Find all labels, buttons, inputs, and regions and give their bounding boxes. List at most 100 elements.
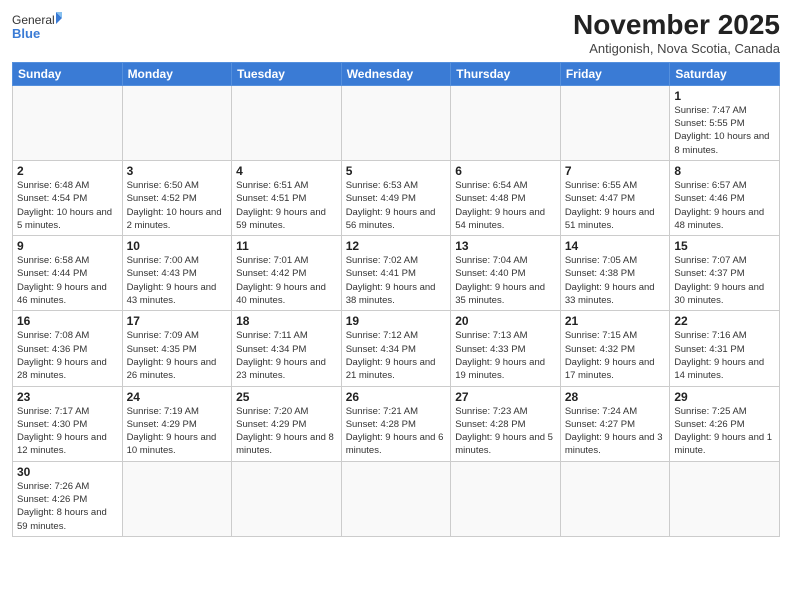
- day-number: 26: [346, 390, 447, 404]
- calendar-cell: [341, 461, 451, 536]
- svg-text:Blue: Blue: [12, 26, 40, 41]
- day-number: 18: [236, 314, 337, 328]
- calendar-cell: 26Sunrise: 7:21 AM Sunset: 4:28 PM Dayli…: [341, 386, 451, 461]
- day-number: 15: [674, 239, 775, 253]
- calendar-cell: 18Sunrise: 7:11 AM Sunset: 4:34 PM Dayli…: [232, 311, 342, 386]
- day-info: Sunrise: 7:26 AM Sunset: 4:26 PM Dayligh…: [17, 480, 118, 533]
- day-info: Sunrise: 7:25 AM Sunset: 4:26 PM Dayligh…: [674, 405, 775, 458]
- day-info: Sunrise: 7:05 AM Sunset: 4:38 PM Dayligh…: [565, 254, 666, 307]
- calendar-cell: [670, 461, 780, 536]
- calendar-cell: 19Sunrise: 7:12 AM Sunset: 4:34 PM Dayli…: [341, 311, 451, 386]
- svg-text:General: General: [12, 13, 55, 27]
- calendar-cell: 15Sunrise: 7:07 AM Sunset: 4:37 PM Dayli…: [670, 236, 780, 311]
- day-number: 29: [674, 390, 775, 404]
- col-friday: Friday: [560, 62, 670, 85]
- day-info: Sunrise: 7:04 AM Sunset: 4:40 PM Dayligh…: [455, 254, 556, 307]
- calendar-cell: 21Sunrise: 7:15 AM Sunset: 4:32 PM Dayli…: [560, 311, 670, 386]
- day-number: 16: [17, 314, 118, 328]
- calendar-cell: [451, 85, 561, 160]
- calendar-header-row: Sunday Monday Tuesday Wednesday Thursday…: [13, 62, 780, 85]
- day-info: Sunrise: 7:20 AM Sunset: 4:29 PM Dayligh…: [236, 405, 337, 458]
- day-number: 8: [674, 164, 775, 178]
- day-info: Sunrise: 7:24 AM Sunset: 4:27 PM Dayligh…: [565, 405, 666, 458]
- day-info: Sunrise: 7:09 AM Sunset: 4:35 PM Dayligh…: [127, 329, 228, 382]
- day-number: 13: [455, 239, 556, 253]
- day-number: 12: [346, 239, 447, 253]
- day-number: 23: [17, 390, 118, 404]
- calendar-cell: 20Sunrise: 7:13 AM Sunset: 4:33 PM Dayli…: [451, 311, 561, 386]
- calendar-cell: [451, 461, 561, 536]
- day-number: 7: [565, 164, 666, 178]
- day-info: Sunrise: 6:51 AM Sunset: 4:51 PM Dayligh…: [236, 179, 337, 232]
- calendar-cell: 12Sunrise: 7:02 AM Sunset: 4:41 PM Dayli…: [341, 236, 451, 311]
- day-info: Sunrise: 7:08 AM Sunset: 4:36 PM Dayligh…: [17, 329, 118, 382]
- col-wednesday: Wednesday: [341, 62, 451, 85]
- day-number: 21: [565, 314, 666, 328]
- calendar-cell: 25Sunrise: 7:20 AM Sunset: 4:29 PM Dayli…: [232, 386, 342, 461]
- calendar-cell: 10Sunrise: 7:00 AM Sunset: 4:43 PM Dayli…: [122, 236, 232, 311]
- page: General Blue November 2025 Antigonish, N…: [0, 0, 792, 612]
- day-number: 19: [346, 314, 447, 328]
- day-number: 28: [565, 390, 666, 404]
- day-info: Sunrise: 6:53 AM Sunset: 4:49 PM Dayligh…: [346, 179, 447, 232]
- calendar-cell: 2Sunrise: 6:48 AM Sunset: 4:54 PM Daylig…: [13, 160, 123, 235]
- day-number: 6: [455, 164, 556, 178]
- day-number: 17: [127, 314, 228, 328]
- day-info: Sunrise: 6:58 AM Sunset: 4:44 PM Dayligh…: [17, 254, 118, 307]
- calendar-cell: 9Sunrise: 6:58 AM Sunset: 4:44 PM Daylig…: [13, 236, 123, 311]
- calendar-cell: 3Sunrise: 6:50 AM Sunset: 4:52 PM Daylig…: [122, 160, 232, 235]
- day-number: 10: [127, 239, 228, 253]
- calendar-cell: 6Sunrise: 6:54 AM Sunset: 4:48 PM Daylig…: [451, 160, 561, 235]
- calendar-cell: 22Sunrise: 7:16 AM Sunset: 4:31 PM Dayli…: [670, 311, 780, 386]
- day-info: Sunrise: 7:11 AM Sunset: 4:34 PM Dayligh…: [236, 329, 337, 382]
- calendar-table: Sunday Monday Tuesday Wednesday Thursday…: [12, 62, 780, 537]
- col-saturday: Saturday: [670, 62, 780, 85]
- day-info: Sunrise: 7:00 AM Sunset: 4:43 PM Dayligh…: [127, 254, 228, 307]
- calendar-cell: [560, 85, 670, 160]
- day-number: 5: [346, 164, 447, 178]
- calendar-cell: [232, 461, 342, 536]
- day-info: Sunrise: 6:48 AM Sunset: 4:54 PM Dayligh…: [17, 179, 118, 232]
- day-number: 25: [236, 390, 337, 404]
- col-monday: Monday: [122, 62, 232, 85]
- calendar-cell: 11Sunrise: 7:01 AM Sunset: 4:42 PM Dayli…: [232, 236, 342, 311]
- calendar-cell: [560, 461, 670, 536]
- day-number: 1: [674, 89, 775, 103]
- calendar-cell: 7Sunrise: 6:55 AM Sunset: 4:47 PM Daylig…: [560, 160, 670, 235]
- location-subtitle: Antigonish, Nova Scotia, Canada: [573, 41, 780, 56]
- day-number: 9: [17, 239, 118, 253]
- day-info: Sunrise: 7:19 AM Sunset: 4:29 PM Dayligh…: [127, 405, 228, 458]
- col-tuesday: Tuesday: [232, 62, 342, 85]
- calendar-cell: [341, 85, 451, 160]
- day-info: Sunrise: 7:15 AM Sunset: 4:32 PM Dayligh…: [565, 329, 666, 382]
- calendar-cell: 17Sunrise: 7:09 AM Sunset: 4:35 PM Dayli…: [122, 311, 232, 386]
- day-info: Sunrise: 7:47 AM Sunset: 5:55 PM Dayligh…: [674, 104, 775, 157]
- calendar-cell: 1Sunrise: 7:47 AM Sunset: 5:55 PM Daylig…: [670, 85, 780, 160]
- calendar-cell: 13Sunrise: 7:04 AM Sunset: 4:40 PM Dayli…: [451, 236, 561, 311]
- day-info: Sunrise: 6:50 AM Sunset: 4:52 PM Dayligh…: [127, 179, 228, 232]
- logo: General Blue: [12, 10, 62, 48]
- calendar-cell: 14Sunrise: 7:05 AM Sunset: 4:38 PM Dayli…: [560, 236, 670, 311]
- day-info: Sunrise: 7:23 AM Sunset: 4:28 PM Dayligh…: [455, 405, 556, 458]
- calendar-cell: [232, 85, 342, 160]
- calendar-cell: 28Sunrise: 7:24 AM Sunset: 4:27 PM Dayli…: [560, 386, 670, 461]
- day-info: Sunrise: 7:16 AM Sunset: 4:31 PM Dayligh…: [674, 329, 775, 382]
- day-number: 24: [127, 390, 228, 404]
- day-info: Sunrise: 6:54 AM Sunset: 4:48 PM Dayligh…: [455, 179, 556, 232]
- calendar-cell: 23Sunrise: 7:17 AM Sunset: 4:30 PM Dayli…: [13, 386, 123, 461]
- day-info: Sunrise: 7:12 AM Sunset: 4:34 PM Dayligh…: [346, 329, 447, 382]
- month-year-title: November 2025: [573, 10, 780, 41]
- generalblue-logo-icon: General Blue: [12, 10, 62, 48]
- calendar-cell: 30Sunrise: 7:26 AM Sunset: 4:26 PM Dayli…: [13, 461, 123, 536]
- day-info: Sunrise: 6:57 AM Sunset: 4:46 PM Dayligh…: [674, 179, 775, 232]
- calendar-cell: [13, 85, 123, 160]
- day-info: Sunrise: 7:02 AM Sunset: 4:41 PM Dayligh…: [346, 254, 447, 307]
- header: General Blue November 2025 Antigonish, N…: [12, 10, 780, 56]
- calendar-cell: 8Sunrise: 6:57 AM Sunset: 4:46 PM Daylig…: [670, 160, 780, 235]
- day-info: Sunrise: 7:21 AM Sunset: 4:28 PM Dayligh…: [346, 405, 447, 458]
- col-thursday: Thursday: [451, 62, 561, 85]
- day-number: 20: [455, 314, 556, 328]
- day-number: 3: [127, 164, 228, 178]
- calendar-cell: [122, 85, 232, 160]
- day-number: 27: [455, 390, 556, 404]
